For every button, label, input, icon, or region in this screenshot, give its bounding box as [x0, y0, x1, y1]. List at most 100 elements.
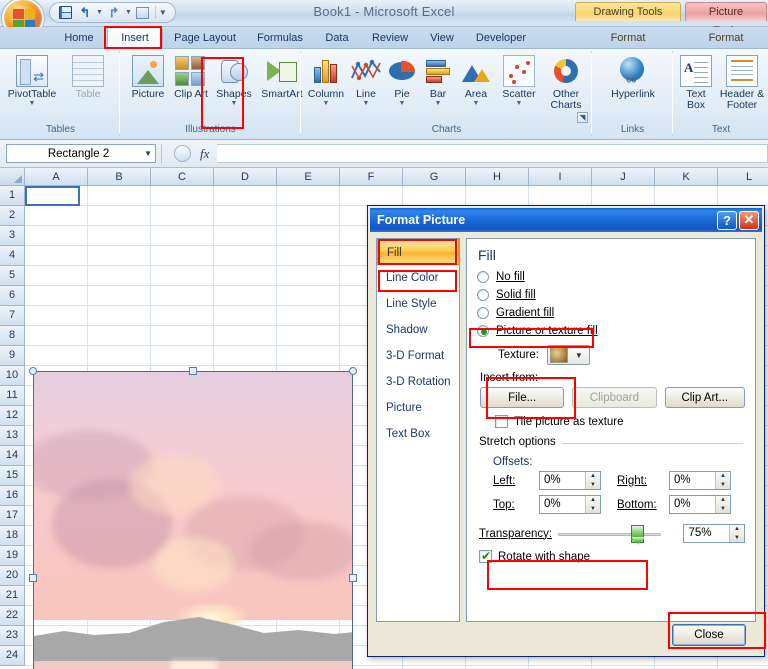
row-header-11[interactable]: 11	[0, 386, 25, 406]
hyperlink-button[interactable]: Hyperlink	[603, 52, 663, 100]
tab-page-layout[interactable]: Page Layout	[165, 27, 245, 49]
spinner-arrows-icon[interactable]: ▲ ▼	[729, 525, 745, 542]
picture-button[interactable]: Picture	[125, 52, 171, 100]
chevron-down-icon[interactable]: ▼	[29, 100, 36, 107]
offset-top-spinner[interactable]: 0% ▲ ▼	[539, 495, 601, 514]
tab-view[interactable]: View	[421, 27, 463, 49]
help-icon[interactable]: ?	[717, 210, 737, 230]
spinner-arrows-icon[interactable]: ▲ ▼	[715, 472, 730, 489]
scatter-chart-button[interactable]: Scatter ▼	[496, 52, 542, 107]
row-header-21[interactable]: 21	[0, 586, 25, 606]
row-header-24[interactable]: 24	[0, 646, 25, 666]
chevron-down-icon[interactable]: ▼	[231, 100, 238, 107]
offset-bottom-spinner[interactable]: 0% ▲ ▼	[669, 495, 731, 514]
spinner-arrows-icon[interactable]: ▲ ▼	[715, 496, 730, 513]
insert-function-icon[interactable]: fx	[200, 146, 209, 162]
spinner-arrows-icon[interactable]: ▲ ▼	[585, 472, 600, 489]
chevron-down-icon[interactable]: ▼	[435, 100, 442, 107]
clip-art-button[interactable]: Clip Art	[171, 52, 211, 100]
row-header-2[interactable]: 2	[0, 206, 25, 226]
nav-item-3d-rotation[interactable]: 3-D Rotation	[377, 369, 459, 395]
chevron-down-icon[interactable]: ▼	[516, 100, 523, 107]
column-header-g[interactable]: G	[403, 168, 466, 186]
radio-gradient-fill[interactable]: Gradient fill	[477, 304, 745, 322]
pie-chart-button[interactable]: Pie ▼	[384, 52, 420, 107]
texture-dropdown[interactable]: ▼	[546, 345, 590, 365]
nav-item-3d-format[interactable]: 3-D Format	[377, 343, 459, 369]
row-header-5[interactable]: 5	[0, 266, 25, 286]
row-header-6[interactable]: 6	[0, 286, 25, 306]
column-header-e[interactable]: E	[277, 168, 340, 186]
chevron-down-icon[interactable]: ▼	[144, 149, 152, 158]
row-header-3[interactable]: 3	[0, 226, 25, 246]
shape-handle-top-center[interactable]	[189, 367, 197, 375]
row-header-12[interactable]: 12	[0, 406, 25, 426]
row-header-17[interactable]: 17	[0, 506, 25, 526]
nav-item-text-box[interactable]: Text Box	[377, 421, 459, 447]
transparency-slider[interactable]	[557, 524, 662, 543]
column-chart-button[interactable]: Column ▼	[304, 52, 348, 107]
tab-developer[interactable]: Developer	[466, 27, 536, 49]
tab-formulas[interactable]: Formulas	[248, 27, 312, 49]
rotate-with-shape-checkbox[interactable]: Rotate with shape	[479, 549, 745, 563]
tab-picture-format[interactable]: Format	[685, 27, 767, 49]
picture-shape-rectangle-2[interactable]	[33, 371, 353, 669]
column-header-k[interactable]: K	[655, 168, 718, 186]
row-header-10[interactable]: 10	[0, 366, 25, 386]
active-cell[interactable]	[25, 186, 80, 206]
radio-picture-or-texture-fill[interactable]: Picture or texture fill	[477, 322, 745, 340]
row-header-8[interactable]: 8	[0, 326, 25, 346]
row-header-14[interactable]: 14	[0, 446, 25, 466]
tab-insert[interactable]: Insert	[107, 27, 163, 49]
offset-left-spinner[interactable]: 0% ▲ ▼	[539, 471, 601, 490]
text-box-button[interactable]: A Text Box	[676, 52, 716, 111]
shape-handle-top-left[interactable]	[29, 367, 37, 375]
tile-picture-checkbox[interactable]: Tile picture as texture	[495, 415, 745, 428]
tab-home[interactable]: Home	[52, 27, 106, 49]
row-header-16[interactable]: 16	[0, 486, 25, 506]
column-header-b[interactable]: B	[88, 168, 151, 186]
nav-item-line-style[interactable]: Line Style	[377, 291, 459, 317]
shape-handle-middle-left[interactable]	[29, 574, 37, 582]
tab-drawing-format[interactable]: Format	[575, 27, 681, 49]
select-all-corner[interactable]	[0, 168, 25, 186]
tab-data[interactable]: Data	[315, 27, 359, 49]
smartart-button[interactable]: SmartArt	[257, 52, 307, 100]
chevron-down-icon[interactable]: ▼	[363, 100, 370, 107]
shape-handle-middle-right[interactable]	[349, 574, 357, 582]
header-footer-button[interactable]: Header & Footer	[716, 52, 768, 111]
row-header-7[interactable]: 7	[0, 306, 25, 326]
column-header-h[interactable]: H	[466, 168, 529, 186]
column-header-l[interactable]: L	[718, 168, 768, 186]
row-header-22[interactable]: 22	[0, 606, 25, 626]
name-box[interactable]: Rectangle 2 ▼	[6, 144, 156, 163]
formula-bar-expand-icon[interactable]	[174, 145, 191, 162]
formula-input[interactable]	[217, 144, 768, 163]
pivot-table-button[interactable]: PivotTable ▼	[4, 52, 60, 107]
column-header-d[interactable]: D	[214, 168, 277, 186]
offset-right-spinner[interactable]: 0% ▲ ▼	[669, 471, 731, 490]
row-header-13[interactable]: 13	[0, 426, 25, 446]
column-header-a[interactable]: A	[25, 168, 88, 186]
nav-item-line-color[interactable]: Line Color	[377, 265, 459, 291]
other-charts-button[interactable]: Other Charts	[542, 52, 590, 111]
slider-thumb[interactable]	[630, 524, 644, 543]
row-header-9[interactable]: 9	[0, 346, 25, 366]
transparency-spinner[interactable]: 75% ▲ ▼	[683, 524, 746, 543]
row-header-1[interactable]: 1	[0, 186, 25, 206]
chevron-down-icon[interactable]: ▼	[571, 351, 587, 360]
row-header-19[interactable]: 19	[0, 546, 25, 566]
line-chart-button[interactable]: Line ▼	[348, 52, 384, 107]
file-button[interactable]: File...	[480, 387, 565, 408]
column-header-f[interactable]: F	[340, 168, 403, 186]
close-icon[interactable]: ✕	[739, 210, 759, 230]
row-header-4[interactable]: 4	[0, 246, 25, 266]
column-header-j[interactable]: J	[592, 168, 655, 186]
radio-no-fill[interactable]: No fill	[477, 268, 745, 286]
chevron-down-icon[interactable]: ▼	[399, 100, 406, 107]
row-header-20[interactable]: 20	[0, 566, 25, 586]
column-header-c[interactable]: C	[151, 168, 214, 186]
clip-art-button-dialog[interactable]: Clip Art...	[664, 387, 745, 408]
nav-item-picture[interactable]: Picture	[377, 395, 459, 421]
shape-handle-top-right[interactable]	[349, 367, 357, 375]
